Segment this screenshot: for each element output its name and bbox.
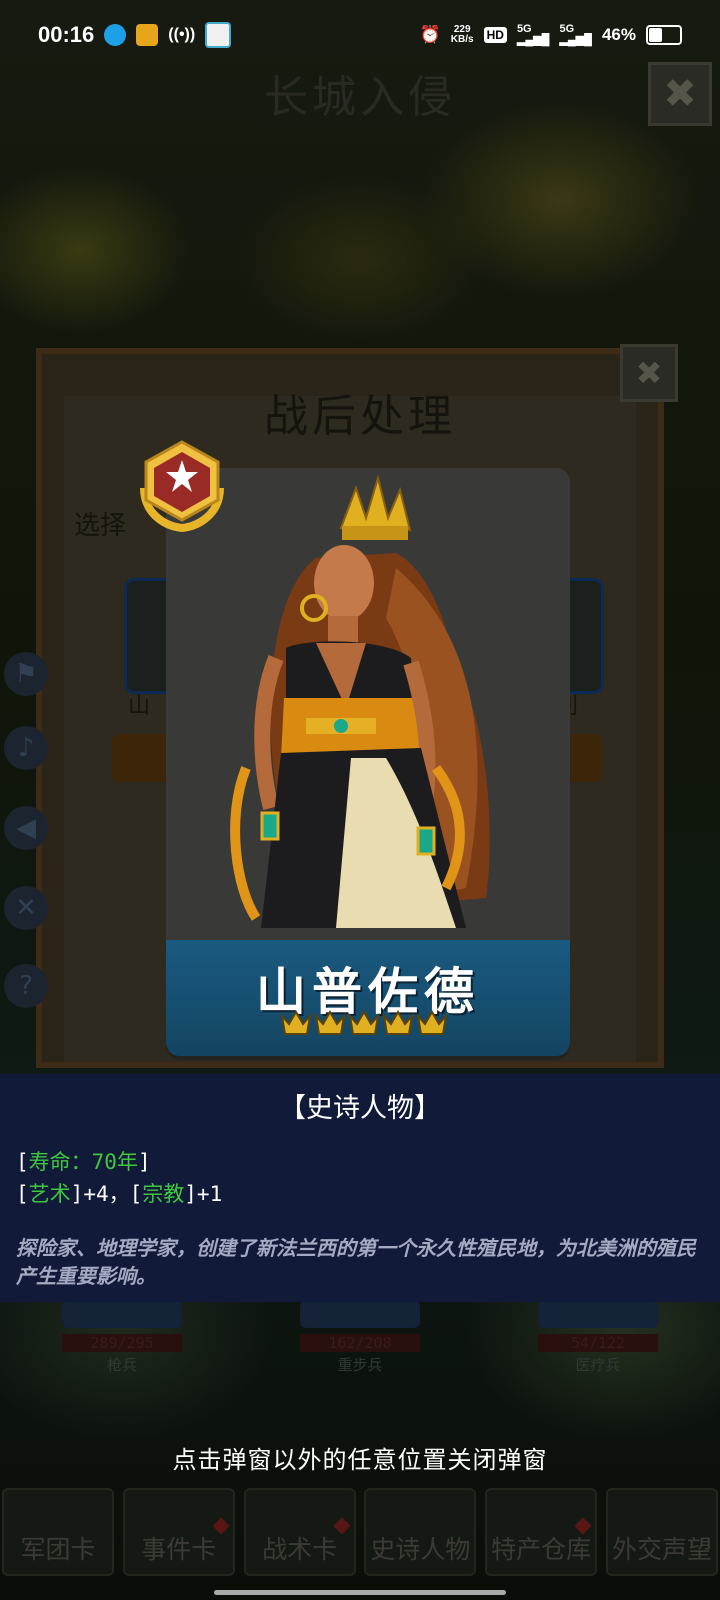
tab-label: 特产仓库 bbox=[491, 1535, 592, 1564]
tab-label: 战术卡 bbox=[262, 1535, 338, 1564]
epic-rank-badge-icon bbox=[140, 440, 224, 533]
side-music-button[interactable]: ♪ bbox=[4, 726, 48, 770]
attribute-religion-value: +1 bbox=[196, 1182, 223, 1206]
signal-icon-1: 5G ▂▄▆█ bbox=[516, 23, 550, 46]
side-help-button[interactable]: ? bbox=[4, 964, 48, 1008]
battery-icon bbox=[646, 25, 682, 45]
attribute-art-name: 艺术 bbox=[28, 1182, 71, 1206]
crown-star-icon bbox=[314, 1010, 346, 1035]
panel-title: 战后处理 bbox=[264, 391, 456, 442]
crown-star-icon bbox=[416, 1010, 448, 1035]
troop-medic[interactable]: 54/122 医疗兵 bbox=[538, 1300, 658, 1375]
attribute-art-value: +4 bbox=[83, 1182, 109, 1206]
character-description: 探险家、地理学家，创建了新法兰西的第一个永久性殖民地，为北美洲的殖民产生重要影响… bbox=[16, 1236, 696, 1288]
tab-label: 军团卡 bbox=[20, 1535, 96, 1564]
net-speed: 229 KB/s bbox=[450, 24, 474, 45]
character-portrait bbox=[166, 468, 570, 940]
side-back-button[interactable]: ◀ bbox=[4, 806, 48, 850]
side-close-button[interactable]: ✕ bbox=[4, 886, 48, 930]
hd-icon: HD bbox=[483, 27, 507, 43]
lifespan-line: [寿命：70年] bbox=[16, 1150, 151, 1174]
troop-count: 289/295 bbox=[62, 1334, 182, 1352]
select-label: 选择 bbox=[74, 511, 127, 541]
tab-tactic-cards[interactable]: 战术卡 bbox=[243, 1488, 356, 1576]
troop-name: 枪兵 bbox=[106, 1356, 137, 1374]
tab-diplomacy[interactable]: 外交声望 bbox=[605, 1488, 718, 1576]
bottom-tab-bar: 军团卡 事件卡 战术卡 史诗人物 特产仓库 外交声望 bbox=[0, 1488, 720, 1578]
troop-badge bbox=[300, 1300, 420, 1328]
tab-legion-cards[interactable]: 军团卡 bbox=[2, 1488, 114, 1576]
attributes-line: [艺术]+4，[宗教]+1 bbox=[16, 1182, 223, 1206]
alarm-icon: ⏰ bbox=[419, 25, 441, 44]
troop-count: 54/122 bbox=[538, 1334, 658, 1352]
troop-name: 医疗兵 bbox=[575, 1356, 621, 1374]
troop-pikemen[interactable]: 289/295 枪兵 bbox=[62, 1300, 182, 1375]
clock: 00:16 bbox=[38, 22, 95, 47]
character-card[interactable]: 山普佐德 bbox=[166, 468, 570, 1056]
tab-event-cards[interactable]: 事件卡 bbox=[122, 1488, 235, 1576]
game-title: 长城入侵 bbox=[264, 72, 456, 123]
option-name-left: 山 bbox=[128, 694, 151, 719]
troop-badge bbox=[62, 1300, 182, 1328]
battery-percent: 46% bbox=[601, 25, 636, 44]
status-bar: 00:16 ((•)) ⏰ 229 KB/s HD 5G ▂▄▆█ 5G ▂▄▆█ 4… bbox=[0, 0, 720, 70]
game-close-button[interactable]: ✖ bbox=[648, 62, 712, 126]
hotspot-icon: ((•)) bbox=[168, 26, 196, 43]
crown-star-icon bbox=[280, 1010, 312, 1035]
battery-level bbox=[649, 28, 662, 42]
tab-label: 史诗人物 bbox=[370, 1535, 471, 1564]
attribute-religion-name: 宗教 bbox=[142, 1182, 185, 1206]
crown-star-icon bbox=[382, 1010, 414, 1035]
home-indicator[interactable] bbox=[214, 1590, 506, 1595]
rarity-label: 【史诗人物】 bbox=[279, 1093, 441, 1124]
troop-name: 重步兵 bbox=[337, 1356, 383, 1374]
tab-label: 外交声望 bbox=[611, 1535, 712, 1564]
close-hint: 点击弹窗以外的任意位置关闭弹窗 bbox=[172, 1446, 548, 1474]
star-rating bbox=[280, 1008, 448, 1038]
name-band: 山普佐德 bbox=[166, 940, 570, 1056]
qq-icon bbox=[104, 24, 127, 46]
troop-badge bbox=[538, 1300, 658, 1328]
lifespan-text: 寿命：70年 bbox=[28, 1150, 138, 1174]
tab-specialty-warehouse[interactable]: 特产仓库 bbox=[485, 1488, 598, 1576]
tab-label: 事件卡 bbox=[141, 1535, 217, 1564]
gallery-icon bbox=[205, 22, 232, 48]
signal-icon-2: 5G ▂▄▆█ bbox=[559, 23, 592, 46]
tab-epic-characters[interactable]: 史诗人物 bbox=[364, 1488, 477, 1576]
side-flag-button[interactable]: ⚑ bbox=[4, 652, 48, 696]
app-notification-icon bbox=[136, 24, 159, 46]
character-info-panel: 【史诗人物】 [寿命：70年] [艺术]+4，[宗教]+1 探险家、地理学家，创… bbox=[0, 1074, 720, 1302]
troop-count: 162/208 bbox=[300, 1334, 420, 1352]
troop-heavy-infantry[interactable]: 162/208 重步兵 bbox=[300, 1300, 420, 1375]
option-button-left[interactable] bbox=[112, 734, 174, 782]
crown-star-icon bbox=[348, 1010, 380, 1035]
